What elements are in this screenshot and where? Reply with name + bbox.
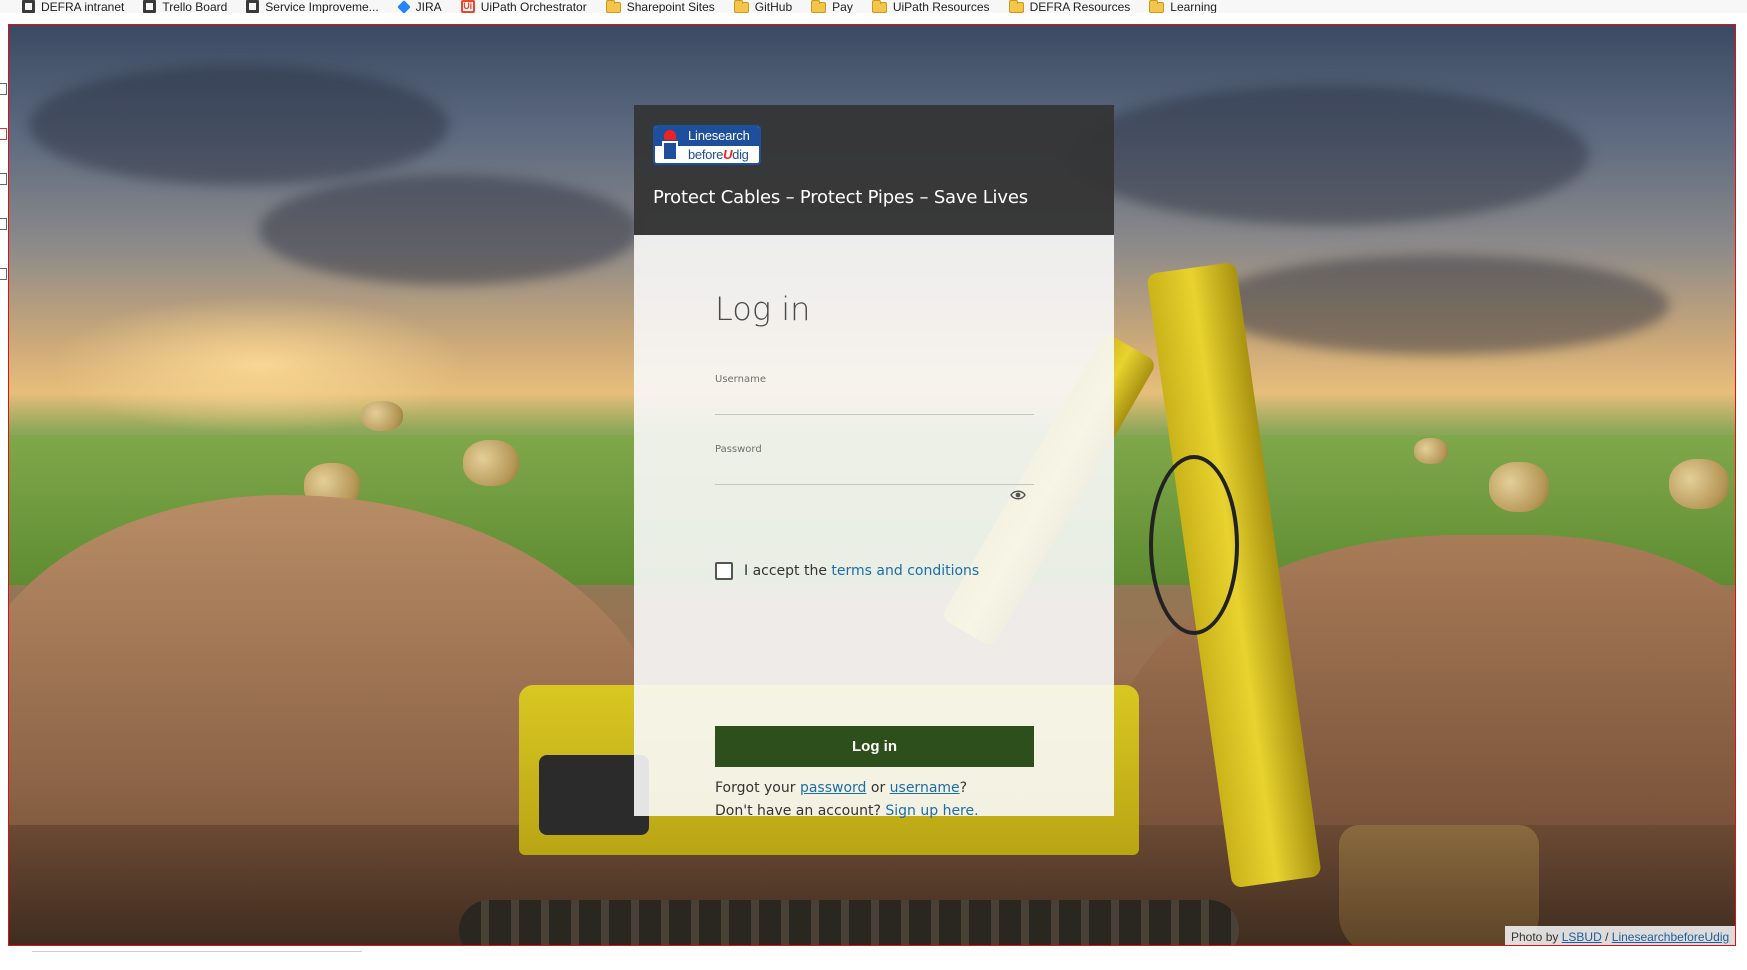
bookmark-label: Service Improveme... [265, 0, 379, 13]
show-password-eye-icon[interactable] [1010, 488, 1026, 500]
forgot-or: or [870, 780, 886, 796]
bookmark-label: UiPath Orchestrator [480, 0, 587, 13]
login-button[interactable]: Log in [715, 726, 1034, 767]
extensions-icon[interactable] [0, 218, 7, 230]
terms-link[interactable]: terms and conditions [831, 563, 979, 579]
favorites-icon[interactable] [0, 128, 7, 140]
username-label: Username [715, 374, 766, 385]
hay-bale [1414, 438, 1448, 464]
bookmark-label: DEFRA intranet [41, 0, 125, 13]
bookmark-defra-resources[interactable]: DEFRA Resources [1008, 0, 1131, 13]
card-header: Linesearch beforeUdig Protect Cables – P… [634, 105, 1114, 235]
bookmark-label: Trello Board [162, 0, 228, 13]
bookmark-label: JIRA [415, 0, 442, 13]
doc-icon [22, 0, 35, 13]
collections-icon[interactable] [0, 268, 7, 280]
right-scroll-area [1736, 13, 1747, 853]
logo-text-line1: Linesearch [688, 128, 750, 143]
background-cloud [29, 65, 449, 185]
bookmark-label: Pay [832, 0, 853, 13]
folder-icon [1008, 0, 1024, 13]
hay-bale [361, 401, 403, 431]
bookmark-uipath-orchestrator[interactable]: Ui UiPath Orchestrator [460, 0, 587, 13]
bookmark-service-improvement[interactable]: Service Improveme... [246, 0, 379, 13]
forgot-username-link[interactable]: username [890, 780, 960, 796]
login-card: Linesearch beforeUdig Protect Cables – P… [634, 105, 1114, 819]
excavator-track [459, 900, 1239, 945]
excavator-hose [1149, 455, 1239, 635]
bookmark-defra-intranet[interactable]: DEFRA intranet [22, 0, 124, 13]
background-sun-glow [49, 295, 469, 435]
doc-icon [143, 0, 157, 13]
signup-link[interactable]: Sign up here. [885, 803, 978, 819]
hay-bale [1489, 462, 1549, 512]
signup-prefix: Don't have an account? [715, 803, 881, 819]
bookmark-label: Sharepoint Sites [626, 0, 715, 13]
forgot-suffix: ? [959, 780, 968, 796]
password-input[interactable] [715, 461, 1034, 485]
jira-icon [396, 0, 411, 13]
background-cloud [1209, 255, 1669, 355]
background-cloud [259, 175, 639, 285]
folder-icon [1149, 0, 1165, 13]
logo-text-u: U [723, 147, 733, 162]
logo-figure-icon [658, 130, 682, 162]
background-cloud [1069, 85, 1589, 225]
tagline: Protect Cables – Protect Pipes – Save Li… [653, 187, 1028, 208]
bookmark-jira[interactable]: JIRA [396, 0, 442, 13]
password-label: Password [715, 444, 762, 455]
page-title: Log in [715, 290, 811, 328]
uipath-icon: Ui [460, 0, 475, 13]
folder-icon [811, 0, 827, 13]
terms-text: I accept the terms and conditions [744, 563, 979, 579]
logo-text-before: before [688, 147, 724, 162]
bookmark-github[interactable]: GitHub [733, 0, 793, 13]
bookmark-label: GitHub [754, 0, 793, 13]
bookmark-label: DEFRA Resources [1029, 0, 1131, 13]
logo-text-dig: dig [732, 147, 749, 162]
hay-bale [1669, 459, 1729, 509]
photo-credit: Photo by LSBUD / LinesearchbeforeUdig [1505, 926, 1735, 945]
home-icon[interactable] [0, 83, 7, 95]
forgot-credentials-text: Forgot your password or username? [715, 780, 967, 796]
login-form: Log in Username Password I accept the te… [634, 235, 1114, 819]
logo-text-line2: beforeUdig [688, 147, 749, 162]
apps-icon[interactable] [0, 173, 7, 185]
photo-credit-author-link[interactable]: LSBUD [1562, 930, 1602, 944]
divider [32, 951, 362, 952]
bookmark-sharepoint-sites[interactable]: Sharepoint Sites [605, 0, 715, 13]
bookmark-label: Learning [1170, 0, 1217, 13]
hay-bale [463, 440, 519, 486]
bookmark-trello-board[interactable]: Trello Board [143, 0, 227, 13]
photo-credit-prefix: Photo by [1511, 930, 1559, 944]
linesearch-logo[interactable]: Linesearch beforeUdig [653, 125, 761, 165]
bookmarks-bar: DEFRA intranet Trello Board Service Impr… [0, 0, 1747, 13]
doc-icon [246, 0, 260, 13]
username-input[interactable] [715, 391, 1034, 415]
bookmark-learning[interactable]: Learning [1149, 0, 1217, 13]
browser-sidebar [0, 13, 8, 853]
folder-icon [605, 0, 621, 13]
forgot-prefix: Forgot your [715, 780, 796, 796]
signup-text: Don't have an account? Sign up here. [715, 803, 979, 819]
bookmark-uipath-resources[interactable]: UiPath Resources [871, 0, 990, 13]
photo-credit-source-link[interactable]: LinesearchbeforeUdig [1612, 930, 1729, 944]
bookmark-label: UiPath Resources [892, 0, 990, 13]
folder-icon [733, 0, 749, 13]
excavator-panel [539, 755, 649, 835]
photo-credit-separator: / [1605, 930, 1609, 944]
forgot-password-link[interactable]: password [800, 780, 866, 796]
terms-checkbox[interactable] [715, 562, 733, 580]
folder-icon [871, 0, 887, 13]
bookmark-pay[interactable]: Pay [811, 0, 853, 13]
terms-prefix: I accept the [744, 563, 827, 579]
